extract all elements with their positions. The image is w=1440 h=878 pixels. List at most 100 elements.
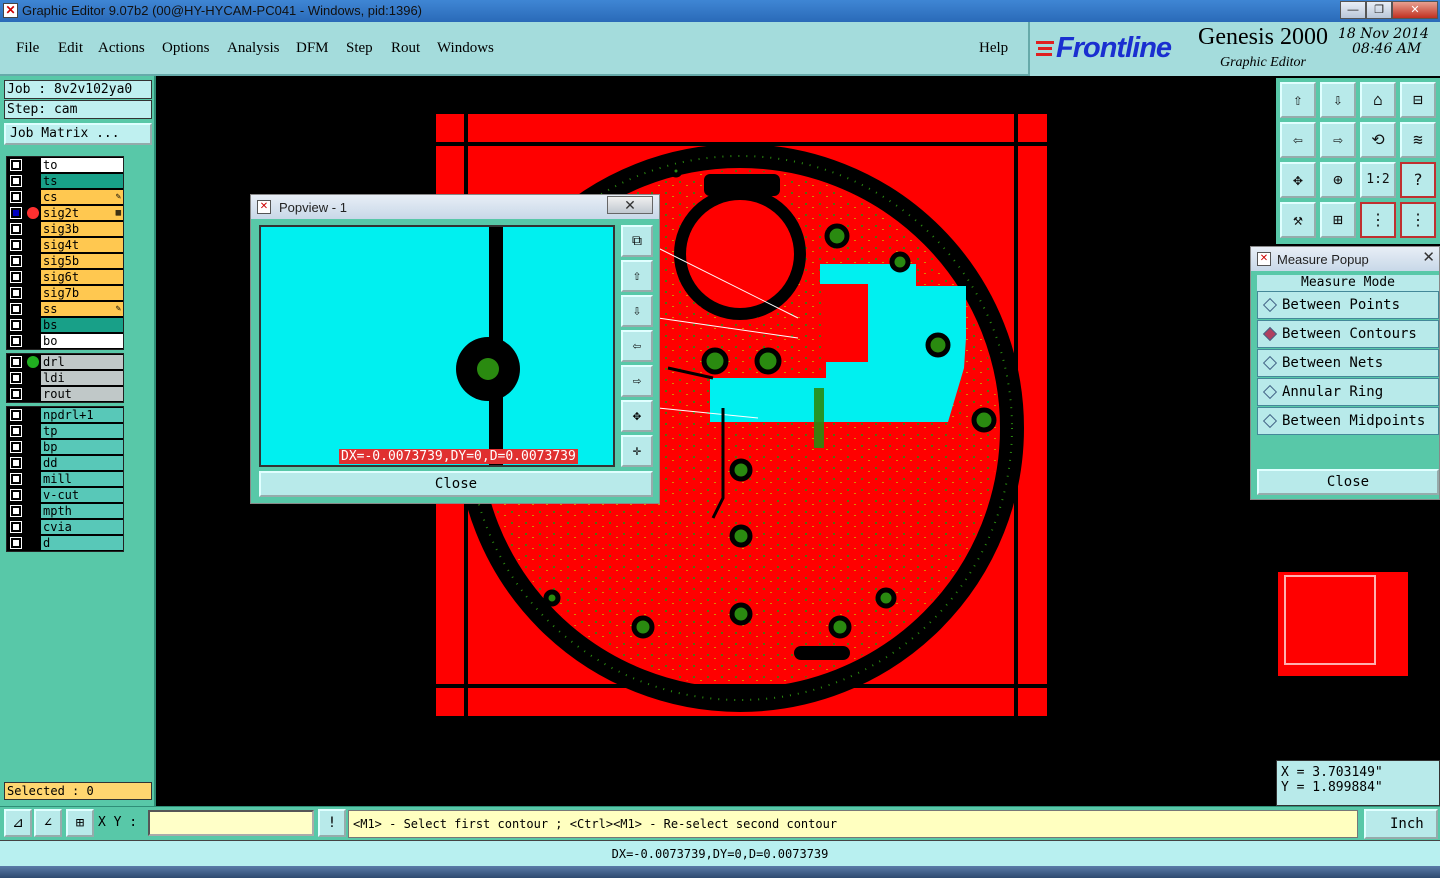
- layer-row[interactable]: ts: [7, 173, 123, 189]
- layer-checkbox[interactable]: [10, 521, 22, 533]
- measure-option[interactable]: Between Midpoints: [1257, 407, 1439, 435]
- radio-diamond-icon[interactable]: [1262, 413, 1278, 429]
- radio-diamond-icon[interactable]: [1262, 297, 1278, 313]
- layer-name[interactable]: sig3b: [41, 222, 123, 236]
- layer-row[interactable]: dd: [7, 455, 123, 471]
- menu-help[interactable]: Help: [979, 40, 1008, 57]
- layer-row[interactable]: cvia: [7, 519, 123, 535]
- menu-file[interactable]: File: [16, 40, 39, 57]
- scale-icon[interactable]: 1:2: [1360, 162, 1396, 198]
- layer-checkbox[interactable]: [10, 271, 22, 283]
- help-icon[interactable]: ?: [1400, 162, 1436, 198]
- layer-name[interactable]: rout: [41, 387, 123, 401]
- zoom-fit-icon[interactable]: ⇩: [1320, 82, 1356, 118]
- layer-name[interactable]: to: [41, 158, 123, 172]
- layer-name[interactable]: tp: [41, 424, 123, 438]
- layer-name[interactable]: npdrl+1: [41, 408, 123, 422]
- layer-name[interactable]: drl: [41, 355, 123, 369]
- minimize-button[interactable]: —: [1340, 1, 1366, 19]
- measure-option[interactable]: Between Contours: [1257, 320, 1439, 348]
- layer-name[interactable]: cvia: [41, 520, 123, 534]
- layer-row[interactable]: to: [7, 157, 123, 173]
- layer-checkbox[interactable]: [10, 319, 22, 331]
- layer-name[interactable]: dd: [41, 456, 123, 470]
- layer-row[interactable]: cs ✎: [7, 189, 123, 205]
- layer-checkbox[interactable]: [10, 335, 22, 347]
- layer-row[interactable]: ldi: [7, 370, 123, 386]
- menu-actions[interactable]: Actions: [98, 40, 145, 57]
- layer-name[interactable]: cs ✎: [41, 190, 123, 204]
- redraw-icon[interactable]: ≋: [1400, 122, 1436, 158]
- pv-left-icon[interactable]: ⇦: [621, 330, 653, 362]
- layer-row[interactable]: d: [7, 535, 123, 551]
- layer-row[interactable]: sig3b: [7, 221, 123, 237]
- pan-right-icon[interactable]: ⇨: [1320, 122, 1356, 158]
- menu-analysis[interactable]: Analysis: [227, 40, 280, 57]
- settings-icon[interactable]: ⚒: [1280, 202, 1316, 238]
- radio-diamond-icon[interactable]: [1262, 384, 1278, 400]
- units-selector[interactable]: Inch ⇁: [1364, 809, 1438, 858]
- radio-diamond-icon[interactable]: [1262, 326, 1278, 342]
- menu-dfm[interactable]: DFM: [296, 40, 329, 57]
- grid-icon[interactable]: ⊞: [66, 809, 94, 837]
- popview-close-button[interactable]: Close: [259, 471, 653, 497]
- pan-left-icon[interactable]: ⇦: [1280, 122, 1316, 158]
- layer-name[interactable]: d: [41, 536, 123, 550]
- measure-title-bar[interactable]: ✕ Measure Popup ✕: [1251, 247, 1439, 271]
- layer-checkbox[interactable]: [10, 537, 22, 549]
- layer-checkbox[interactable]: [10, 457, 22, 469]
- snap-icon[interactable]: ⊿: [4, 809, 32, 837]
- layer-checkbox[interactable]: [10, 175, 22, 187]
- layer-checkbox[interactable]: [10, 505, 22, 517]
- layer-row[interactable]: rout: [7, 386, 123, 402]
- pv-zoom-icon[interactable]: ⧉: [621, 225, 653, 257]
- layer-row[interactable]: mpth: [7, 503, 123, 519]
- layer-checkbox[interactable]: [10, 223, 22, 235]
- overview-map[interactable]: [1278, 572, 1440, 676]
- layer-name[interactable]: sig6t: [41, 270, 123, 284]
- home-icon[interactable]: ⌂: [1360, 82, 1396, 118]
- layer-row[interactable]: bs: [7, 317, 123, 333]
- layer-checkbox[interactable]: [10, 239, 22, 251]
- layer-name[interactable]: mpth: [41, 504, 123, 518]
- layer-name[interactable]: ldi: [41, 371, 123, 385]
- angle-icon[interactable]: ∠: [34, 809, 62, 837]
- layer-checkbox[interactable]: [10, 388, 22, 400]
- job-matrix-button[interactable]: Job Matrix ...: [4, 123, 152, 145]
- layer-name[interactable]: sig7b: [41, 286, 123, 300]
- menu-edit[interactable]: Edit: [58, 40, 83, 57]
- radio-diamond-icon[interactable]: [1262, 355, 1278, 371]
- warning-icon[interactable]: !: [318, 809, 346, 837]
- menu-options[interactable]: Options: [162, 40, 210, 57]
- maximize-button[interactable]: ❐: [1366, 1, 1392, 19]
- layer-row[interactable]: mill: [7, 471, 123, 487]
- menu-step[interactable]: Step: [346, 40, 373, 57]
- layer-row[interactable]: bp: [7, 439, 123, 455]
- layer-row[interactable]: bo: [7, 333, 123, 349]
- zoom-extent-icon[interactable]: ✥: [1280, 162, 1316, 198]
- popview-close-x-icon[interactable]: ✕: [607, 196, 653, 214]
- measure-option[interactable]: Between Nets: [1257, 349, 1439, 377]
- close-window-button[interactable]: ✕: [1392, 1, 1438, 19]
- layer-name[interactable]: bo: [41, 334, 123, 348]
- layer-name[interactable]: bp: [41, 440, 123, 454]
- undo-view-icon[interactable]: ⟲: [1360, 122, 1396, 158]
- measure-close-button[interactable]: Close: [1257, 469, 1439, 495]
- measure-option[interactable]: Between Points: [1257, 291, 1439, 319]
- menu-rout[interactable]: Rout: [391, 40, 420, 57]
- layer-name[interactable]: ts: [41, 174, 123, 188]
- center-icon[interactable]: ⊕: [1320, 162, 1356, 198]
- layer-row[interactable]: drl: [7, 354, 123, 370]
- pv-up-icon[interactable]: ⇧: [621, 260, 653, 292]
- layer-checkbox[interactable]: [10, 441, 22, 453]
- pv-down-icon[interactable]: ⇩: [621, 295, 653, 327]
- popview-title-bar[interactable]: ✕ Popview - 1 ✕: [251, 195, 659, 219]
- window-title-bar[interactable]: ✕ Graphic Editor 9.07b2 (00@HY-HYCAM-PC0…: [0, 0, 1440, 22]
- layer-checkbox[interactable]: [10, 473, 22, 485]
- layer-row[interactable]: v-cut: [7, 487, 123, 503]
- zoom-home-icon[interactable]: ⇧: [1280, 82, 1316, 118]
- layer-checkbox[interactable]: [10, 489, 22, 501]
- measure-option[interactable]: Annular Ring: [1257, 378, 1439, 406]
- layers-b-icon[interactable]: ⋮: [1400, 202, 1436, 238]
- layer-name[interactable]: v-cut: [41, 488, 123, 502]
